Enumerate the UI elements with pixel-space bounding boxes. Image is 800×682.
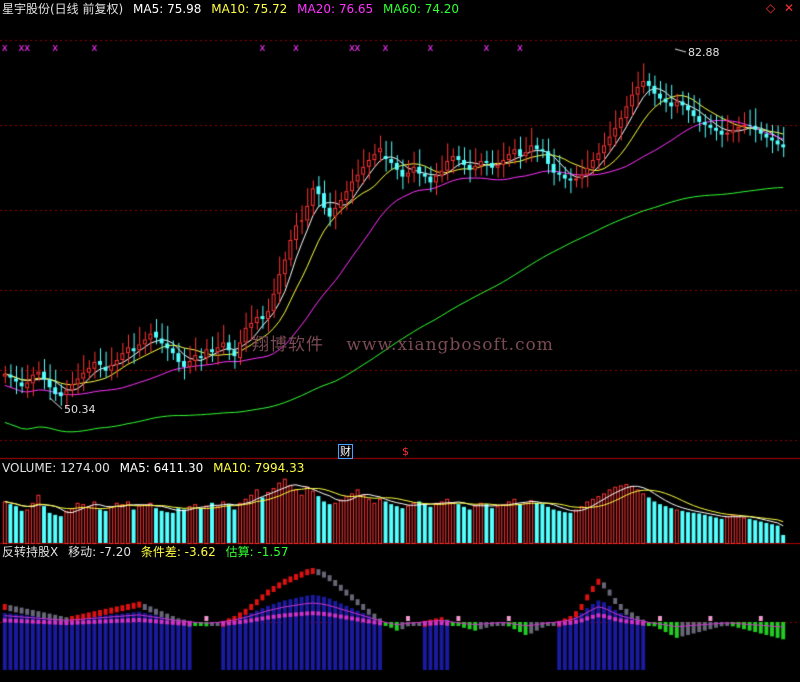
ma20-value: MA20: 76.65: [297, 2, 374, 16]
watermark: 翔博软件 www.xiangbosoft.com: [252, 330, 570, 355]
low-price-label: 50.34: [64, 403, 96, 416]
ma10-value: MA10: 75.72: [211, 2, 288, 16]
watermark-cn: 翔博软件: [252, 335, 324, 355]
indicator-cond: 条件差: -3.62: [140, 545, 216, 559]
ma5-value: MA5: 75.98: [133, 2, 202, 16]
close-icon[interactable]: ✕: [784, 0, 794, 16]
indicator-move: 移动: -7.20: [68, 545, 131, 559]
dividend-tag[interactable]: $: [402, 445, 409, 458]
ma60-value: MA60: 74.20: [383, 2, 460, 16]
high-price-label: 82.88: [688, 46, 720, 59]
indicator-name: 反转持股X: [2, 545, 59, 559]
volume-ma5-value: MA5: 6411.30: [119, 461, 204, 475]
price-header: 星宇股份(日线 前复权) MA5: 75.98 MA10: 75.72 MA20…: [2, 2, 465, 16]
stock-name: 星宇股份(日线 前复权): [2, 2, 124, 16]
volume-value: VOLUME: 1274.00: [2, 461, 110, 475]
finance-tag[interactable]: 财: [338, 444, 353, 459]
indicator-est: 估算: -1.57: [225, 545, 289, 559]
indicator-header: 反转持股X 移动: -7.20 条件差: -3.62 估算: -1.57: [2, 545, 294, 559]
volume-header: VOLUME: 1274.00 MA5: 6411.30 MA10: 7994.…: [2, 461, 310, 475]
diamond-icon[interactable]: ◇: [766, 0, 775, 16]
volume-ma10-value: MA10: 7994.33: [213, 461, 305, 475]
watermark-url: www.xiangbosoft.com: [346, 335, 554, 355]
